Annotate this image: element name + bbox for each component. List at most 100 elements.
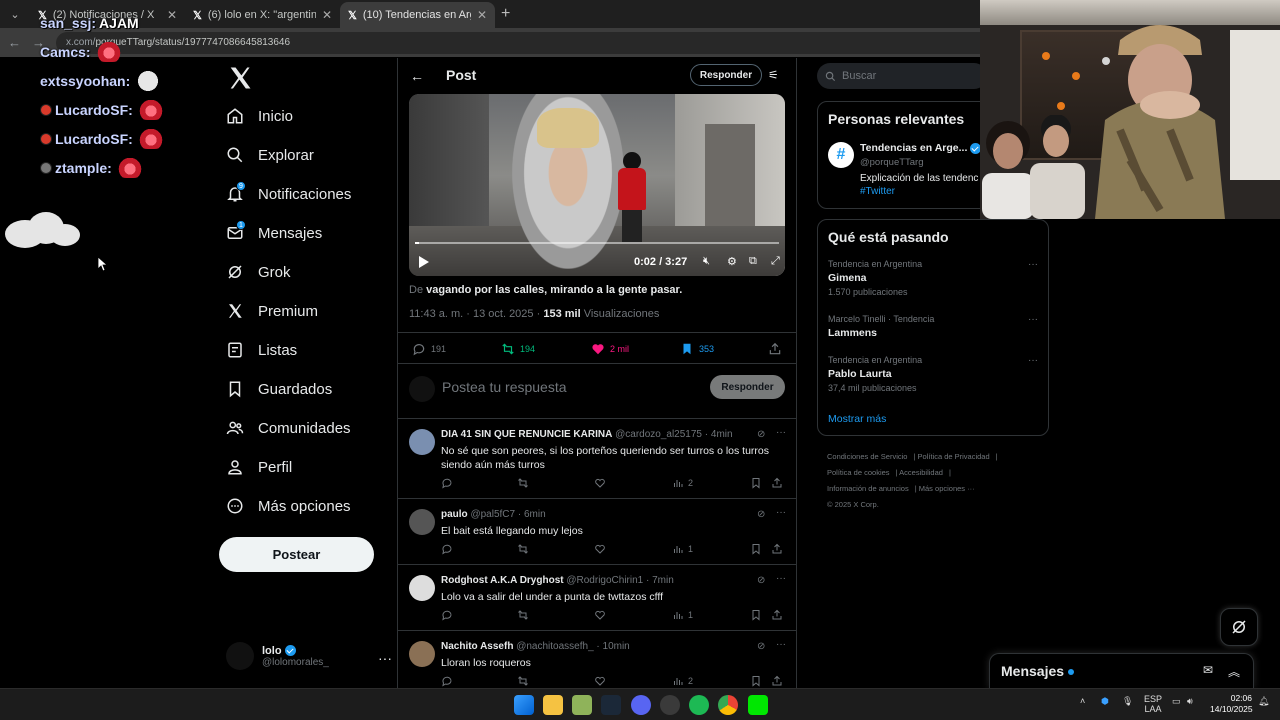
nav-item-notificaciones[interactable]: 9 Notificaciones [226,180,351,208]
reply-stat[interactable]: 191 [412,342,446,356]
repost-stat[interactable]: 194 [501,342,535,356]
nav-item-guardados[interactable]: Guardados [226,375,332,403]
footer-link[interactable]: Condiciones de Servicio [827,452,907,461]
footer-link[interactable]: Política de cookies [827,468,890,477]
chrome-icon[interactable] [718,695,738,715]
discord-icon[interactable] [631,695,651,715]
heart-icon[interactable] [594,609,606,621]
reply-post[interactable]: DIA 41 SIN QUE RENUNCIE KARINA @cardozo_… [398,418,796,498]
app-icon[interactable] [660,695,680,715]
heart-icon[interactable] [594,477,606,489]
nav-item-mensajes[interactable]: 1 Mensajes [226,219,322,247]
avatar[interactable] [409,429,435,455]
like-stat[interactable]: 2 mil [591,342,629,356]
bookmark-stat[interactable]: 353 [680,342,714,356]
tab-close-icon[interactable]: ✕ [477,8,487,22]
bookmark-icon[interactable] [750,477,762,489]
trend-more-icon[interactable]: ··· [1028,355,1038,366]
share-icon[interactable] [771,609,783,621]
more-icon[interactable]: ··· [776,639,786,650]
bookmark-icon[interactable] [750,609,762,621]
post-button[interactable]: Postear [219,537,374,572]
share-icon[interactable] [771,477,783,489]
bookmark-icon[interactable] [750,675,762,687]
trend-item[interactable]: Tendencia en Argentina Gimena 1.570 publ… [828,259,1038,297]
video-progress-bar[interactable] [415,242,779,244]
browser-tab-3[interactable]: 𝕏 (10) Tendencias en Argentina en ✕ [340,2,495,28]
relevant-name[interactable]: Tendencias en Arge... [860,142,982,154]
pip-icon[interactable]: ⧉ [749,255,757,268]
nav-item-inicio[interactable]: Inicio [226,102,293,130]
views-stat[interactable]: 1 [672,543,693,555]
system-clock[interactable]: 02:06 14/10/2025 [1210,693,1253,715]
nav-item-perfil[interactable]: Perfil [226,453,292,481]
nav-item-listas[interactable]: Listas [226,336,297,364]
microphone-icon[interactable]: 🎙︎ [1122,696,1133,707]
relevant-hashtag[interactable]: #Twitter [860,186,895,197]
more-icon[interactable]: ··· [776,427,786,438]
grok-icon[interactable]: ⊘ [757,429,765,440]
spotify-icon[interactable] [689,695,709,715]
views-stat[interactable]: 1 [672,609,693,621]
reply-input[interactable]: Postea tu respuesta [442,379,567,395]
expand-icon[interactable]: ︽ [1228,663,1240,680]
repost-icon[interactable] [517,675,529,687]
gear-icon[interactable]: ⚙ [727,255,737,268]
tab-search-button[interactable]: ⌄ [4,3,26,25]
nav-item-premium[interactable]: Premium [226,297,318,325]
start-icon[interactable] [514,695,534,715]
show-more-link[interactable]: Mostrar más [828,413,886,425]
fullscreen-icon[interactable]: ⤢ [771,255,780,268]
grok-floating-button[interactable] [1220,608,1258,646]
reply-submit-button[interactable]: Responder [710,375,785,399]
repost-icon[interactable] [517,543,529,555]
trend-item[interactable]: Marcelo Tinelli · Tendencia Lammens ··· [828,314,1038,339]
share-icon[interactable] [771,675,783,687]
sliders-icon[interactable]: ⚟ [768,68,779,82]
share-stat[interactable] [768,342,782,356]
nav-item-mas-opciones[interactable]: Más opciones [226,492,351,520]
kick-icon[interactable] [748,695,768,715]
reply-icon[interactable] [441,675,453,687]
bookmark-icon[interactable] [750,543,762,555]
video-player[interactable]: 0:02 / 3:27 🔇︎ ⚙ ⧉ ⤢ [409,94,785,276]
repost-icon[interactable] [517,477,529,489]
nav-item-comunidades[interactable]: Comunidades [226,414,351,442]
grok-icon[interactable]: ⊘ [757,575,765,586]
network-icon[interactable]: ▭ [1172,696,1181,707]
reply-post[interactable]: Nachito Assefh @nachitoassefh_ · 10min ⊘ ·… [398,630,796,688]
mute-icon[interactable]: 🔇︎ [703,255,710,268]
reply-post[interactable]: paulo @pal5fC7 · 6min ⊘ ··· El bait está ll… [398,498,796,564]
account-more-icon[interactable]: ··· [378,650,392,666]
trend-more-icon[interactable]: ··· [1028,314,1038,325]
avatar[interactable] [409,641,435,667]
footer-link[interactable]: Política de Privacidad [918,452,990,461]
tab-close-icon[interactable]: ✕ [322,8,332,22]
messages-dock[interactable]: Mensajes ✉ ︽ [989,653,1254,688]
reply-icon[interactable] [441,477,453,489]
file-explorer-icon[interactable] [543,695,563,715]
more-icon[interactable]: ··· [776,507,786,518]
avatar[interactable] [409,575,435,601]
search-input[interactable]: Buscar [817,63,987,89]
play-icon[interactable] [419,256,429,268]
grok-icon[interactable]: ⊘ [757,509,765,520]
app-icon[interactable] [572,695,592,715]
footer-link[interactable]: Más opciones ··· [919,484,975,493]
reply-icon[interactable] [441,543,453,555]
reply-author[interactable]: paulo [441,509,468,520]
reply-author[interactable]: Rodghost A.K.A Dryghost [441,575,564,586]
nav-item-explorar[interactable]: Explorar [226,141,314,169]
footer-link[interactable]: Información de anuncios [827,484,909,493]
views-stat[interactable]: 2 [672,675,693,687]
reply-icon[interactable] [441,609,453,621]
hashtag-avatar-icon[interactable]: # [828,142,854,168]
nav-item-grok[interactable]: Grok [226,258,291,286]
reply-author[interactable]: Nachito Assefh [441,641,513,652]
account-switcher[interactable]: lolo @lolomorales_ ··· [226,642,392,670]
grok-icon[interactable]: ⊘ [757,641,765,652]
views-stat[interactable]: 2 [672,477,693,489]
heart-icon[interactable] [594,675,606,687]
trend-more-icon[interactable]: ··· [1028,259,1038,270]
tray-chevron-icon[interactable]: ˄ [1080,696,1085,706]
